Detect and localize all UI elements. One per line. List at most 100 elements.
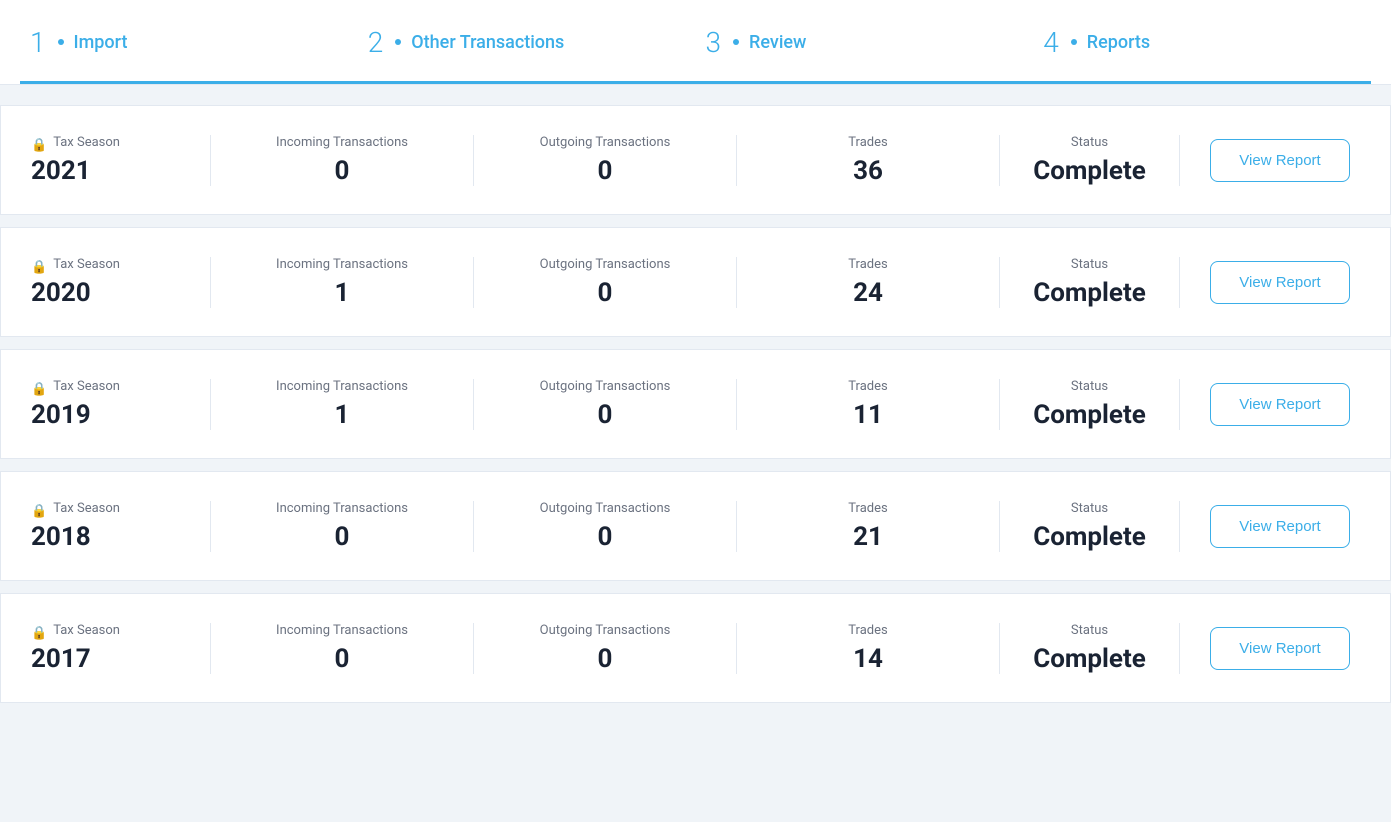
report-row: 🔒 Tax Season 2017 Incoming Transactions … [0, 593, 1391, 703]
trades-col: Trades 36 [737, 135, 1000, 186]
step-3-dot [733, 39, 739, 45]
incoming-col: Incoming Transactions 1 [211, 379, 474, 430]
view-report-button[interactable]: View Report [1210, 139, 1349, 182]
report-row: 🔒 Tax Season 2018 Incoming Transactions … [0, 471, 1391, 581]
incoming-col: Incoming Transactions 1 [211, 257, 474, 308]
incoming-col: Incoming Transactions 0 [211, 623, 474, 674]
status-value: Complete [1033, 278, 1146, 308]
tax-season-header: Tax Season [53, 623, 120, 638]
incoming-value: 1 [335, 278, 350, 308]
step-3-label: Review [749, 32, 806, 53]
outgoing-label: Outgoing Transactions [540, 623, 671, 638]
step-2-number: 2 [368, 26, 384, 59]
view-report-button[interactable]: View Report [1210, 261, 1349, 304]
tax-season-header: Tax Season [53, 135, 120, 150]
status-col: Status Complete [1000, 379, 1180, 430]
step-2-dot [395, 39, 401, 45]
status-label: Status [1071, 135, 1108, 150]
incoming-value: 0 [335, 644, 350, 674]
step-4-number: 4 [1043, 26, 1059, 59]
step-1-label: Import [74, 32, 128, 53]
step-4-label: Reports [1087, 32, 1150, 53]
outgoing-label: Outgoing Transactions [540, 257, 671, 272]
action-col: View Report [1180, 383, 1360, 426]
nav-step-reports[interactable]: 4 Reports [1033, 0, 1371, 84]
tax-season-label: 🔒 Tax Season [31, 379, 120, 400]
outgoing-col: Outgoing Transactions 0 [474, 379, 737, 430]
step-2-label: Other Transactions [411, 32, 564, 53]
trades-label: Trades [848, 135, 887, 150]
trades-label: Trades [848, 379, 887, 394]
status-col: Status Complete [1000, 257, 1180, 308]
trades-label: Trades [848, 257, 887, 272]
tax-season-year: 2020 [31, 278, 91, 308]
trades-label: Trades [848, 623, 887, 638]
lock-icon: 🔒 [31, 260, 47, 275]
action-col: View Report [1180, 261, 1360, 304]
lock-icon: 🔒 [31, 138, 47, 153]
trades-value: 24 [853, 278, 883, 308]
incoming-value: 1 [335, 400, 350, 430]
incoming-value: 0 [335, 522, 350, 552]
status-col: Status Complete [1000, 501, 1180, 552]
outgoing-col: Outgoing Transactions 0 [474, 623, 737, 674]
step-4-dot [1071, 39, 1077, 45]
status-label: Status [1071, 623, 1108, 638]
action-col: View Report [1180, 627, 1360, 670]
nav-step-review[interactable]: 3 Review [696, 0, 1034, 84]
outgoing-col: Outgoing Transactions 0 [474, 501, 737, 552]
status-value: Complete [1033, 522, 1146, 552]
outgoing-col: Outgoing Transactions 0 [474, 257, 737, 308]
step-1-dot [58, 39, 64, 45]
incoming-label: Incoming Transactions [276, 501, 408, 516]
trades-value: 21 [853, 522, 883, 552]
tax-season-col: 🔒 Tax Season 2017 [31, 623, 211, 674]
status-col: Status Complete [1000, 135, 1180, 186]
nav-step-other-transactions[interactable]: 2 Other Transactions [358, 0, 696, 84]
tax-season-label: 🔒 Tax Season [31, 501, 120, 522]
incoming-col: Incoming Transactions 0 [211, 501, 474, 552]
view-report-button[interactable]: View Report [1210, 627, 1349, 670]
trades-col: Trades 14 [737, 623, 1000, 674]
incoming-label: Incoming Transactions [276, 379, 408, 394]
tax-season-col: 🔒 Tax Season 2020 [31, 257, 211, 308]
reports-list: 🔒 Tax Season 2021 Incoming Transactions … [0, 85, 1391, 735]
incoming-col: Incoming Transactions 0 [211, 135, 474, 186]
lock-icon: 🔒 [31, 382, 47, 397]
report-row: 🔒 Tax Season 2019 Incoming Transactions … [0, 349, 1391, 459]
trades-value: 14 [853, 644, 883, 674]
trades-label: Trades [848, 501, 887, 516]
outgoing-label: Outgoing Transactions [540, 135, 671, 150]
step-1-number: 1 [30, 26, 46, 59]
status-value: Complete [1033, 400, 1146, 430]
incoming-label: Incoming Transactions [276, 623, 408, 638]
status-label: Status [1071, 379, 1108, 394]
tax-season-label: 🔒 Tax Season [31, 257, 120, 278]
outgoing-col: Outgoing Transactions 0 [474, 135, 737, 186]
action-col: View Report [1180, 139, 1360, 182]
tax-season-year: 2018 [31, 522, 91, 552]
outgoing-value: 0 [598, 156, 613, 186]
tax-season-header: Tax Season [53, 501, 120, 516]
view-report-button[interactable]: View Report [1210, 505, 1349, 548]
outgoing-label: Outgoing Transactions [540, 501, 671, 516]
tax-season-col: 🔒 Tax Season 2019 [31, 379, 211, 430]
report-row: 🔒 Tax Season 2021 Incoming Transactions … [0, 105, 1391, 215]
incoming-label: Incoming Transactions [276, 135, 408, 150]
tax-season-header: Tax Season [53, 257, 120, 272]
nav-step-import[interactable]: 1 Import [20, 0, 358, 84]
tax-season-col: 🔒 Tax Season 2021 [31, 135, 211, 186]
incoming-label: Incoming Transactions [276, 257, 408, 272]
status-value: Complete [1033, 156, 1146, 186]
outgoing-value: 0 [598, 644, 613, 674]
status-col: Status Complete [1000, 623, 1180, 674]
status-label: Status [1071, 501, 1108, 516]
step-3-number: 3 [706, 26, 722, 59]
tax-season-year: 2019 [31, 400, 91, 430]
trades-col: Trades 24 [737, 257, 1000, 308]
tax-season-label: 🔒 Tax Season [31, 135, 120, 156]
view-report-button[interactable]: View Report [1210, 383, 1349, 426]
lock-icon: 🔒 [31, 626, 47, 641]
lock-icon: 🔒 [31, 504, 47, 519]
trades-value: 11 [853, 400, 883, 430]
